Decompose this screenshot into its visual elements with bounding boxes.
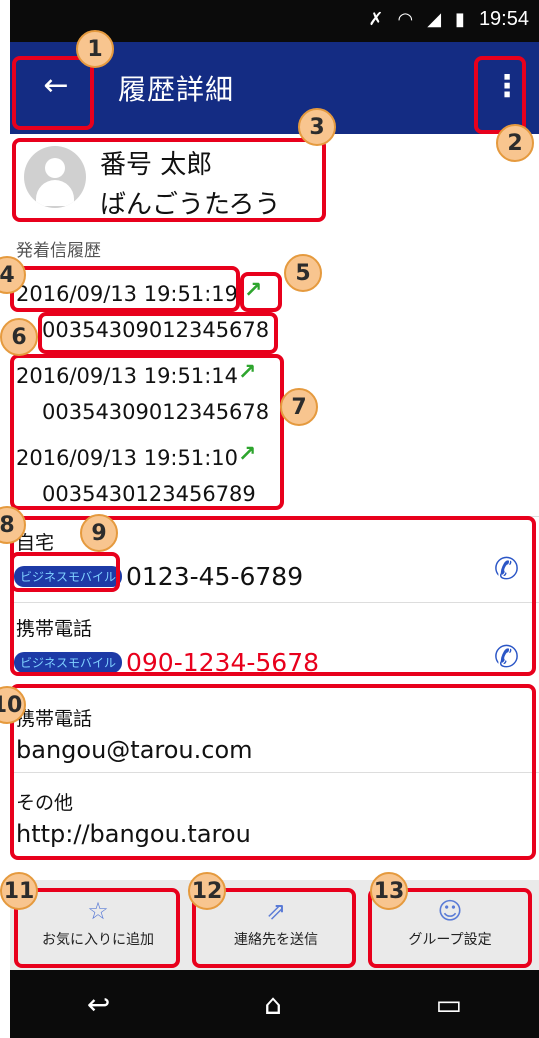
highlight-box [240, 272, 282, 312]
callout-2: 2 [496, 124, 534, 162]
callout-7: 7 [280, 388, 318, 426]
highlight-box [12, 138, 326, 222]
highlight-box [10, 266, 240, 312]
history-section-label: 発着信履歴 [16, 241, 101, 261]
callout-3: 3 [298, 108, 336, 146]
status-time: 19:54 [478, 8, 529, 30]
highlight-box [10, 684, 536, 860]
wifi-icon: ◠ [397, 9, 414, 30]
highlight-box [10, 354, 284, 510]
battery-icon: ▮ [455, 9, 465, 30]
home-nav-icon[interactable]: ⌂ [264, 988, 282, 1021]
system-nav-bar: ↩ ⌂ ▭ [10, 970, 539, 1038]
callout-1: 1 [76, 30, 114, 68]
page-title: 履歴詳細 [118, 73, 235, 106]
highlight-box [38, 312, 278, 354]
callout-11: 11 [0, 872, 38, 910]
recent-apps-icon[interactable]: ▭ [436, 988, 462, 1021]
highlight-box [474, 56, 526, 134]
callout-12: 12 [188, 872, 226, 910]
callout-9: 9 [80, 514, 118, 552]
signal-icon: ◢ [427, 9, 442, 30]
mute-icon: ✗ [368, 9, 384, 30]
back-nav-icon[interactable]: ↩ [87, 988, 110, 1021]
status-icons: ✗ ◠ ◢ ▮ 19:54 [368, 8, 529, 31]
highlight-box [14, 888, 180, 968]
highlight-box [10, 552, 120, 592]
callout-5: 5 [284, 254, 322, 292]
highlight-box [12, 56, 94, 130]
callout-13: 13 [370, 872, 408, 910]
callout-6: 6 [0, 318, 38, 356]
